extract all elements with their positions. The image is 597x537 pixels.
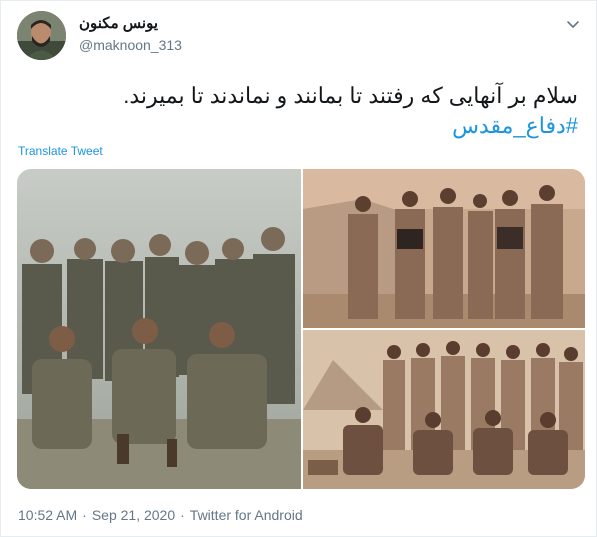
tweet-text-line: سلام بر آنهایی که رفتند تا بمانند و نمان… bbox=[123, 83, 578, 108]
avatar[interactable] bbox=[17, 11, 66, 60]
tweet-source[interactable]: Twitter for Android bbox=[190, 507, 303, 523]
photo-2[interactable] bbox=[303, 169, 585, 328]
tweet-date[interactable]: Sep 21, 2020 bbox=[92, 507, 175, 523]
meta-separator: · bbox=[82, 507, 87, 523]
tweet-time[interactable]: 10:52 AM bbox=[18, 507, 77, 523]
media-grid bbox=[17, 169, 585, 489]
tweet-text: سلام بر آنهایی که رفتند تا بمانند و نمان… bbox=[18, 81, 578, 141]
chevron-down-icon[interactable] bbox=[564, 15, 582, 33]
author-handle[interactable]: @maknoon_313 bbox=[79, 37, 182, 53]
photo-3[interactable] bbox=[303, 330, 585, 489]
author-display-name[interactable]: یونس مکنون bbox=[79, 14, 158, 32]
tweet-card: یونس مکنون @maknoon_313 سلام بر آنهایی ک… bbox=[0, 0, 597, 537]
photo-1[interactable] bbox=[17, 169, 301, 489]
tweet-metadata: 10:52 AM · Sep 21, 2020 · Twitter for Androi… bbox=[18, 507, 303, 523]
translate-tweet-link[interactable]: Translate Tweet bbox=[18, 144, 103, 158]
meta-separator: · bbox=[180, 507, 185, 523]
hashtag-link[interactable]: #دفاع_مقدس bbox=[18, 111, 578, 141]
